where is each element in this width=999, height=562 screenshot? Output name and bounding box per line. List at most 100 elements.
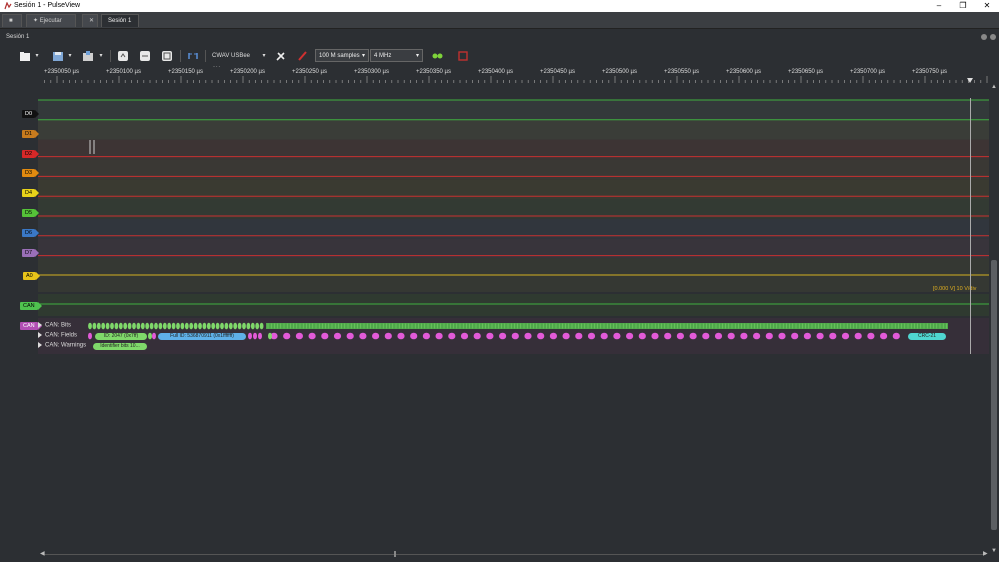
field-annotation	[152, 332, 156, 340]
expand-arrow-icon[interactable]	[38, 332, 42, 338]
export-dropdown-icon[interactable]: ▾	[98, 49, 104, 63]
annotation-full-id[interactable]: Full ID: 536870911 (0x1fffffff)	[158, 333, 246, 340]
decoder-row-bits-label: CAN: Bits	[45, 322, 72, 329]
cursor-icon[interactable]	[186, 49, 200, 63]
scroll-left-icon[interactable]: ◀	[40, 550, 45, 557]
scroll-right-icon[interactable]: ▶	[983, 550, 988, 557]
zoom-in-icon[interactable]	[116, 49, 130, 63]
time-ruler[interactable]: +2350050 µs +2350100 µs +2350150 µs +235020…	[40, 67, 990, 85]
stuff-bit-annotation	[460, 332, 469, 340]
ruler-tick-label: +2350350 µs	[416, 69, 451, 75]
stuff-bit-annotation	[803, 332, 812, 340]
session-close-icon[interactable]	[990, 34, 996, 40]
configure-device-icon[interactable]	[274, 49, 288, 63]
export-icon[interactable]	[81, 49, 95, 63]
bit-annotation	[105, 322, 110, 330]
bit-annotation	[167, 322, 172, 330]
channel-label-d7[interactable]: D7	[22, 248, 40, 257]
channel-label-d0[interactable]: D0	[22, 110, 40, 118]
channel-label-can[interactable]: CAN	[20, 302, 42, 310]
bit-annotation	[149, 322, 154, 330]
tab-bar: ■ ✦ Ejecutar ✕ Sesión 1×	[0, 12, 999, 38]
bit-annotation	[101, 322, 106, 330]
horizontal-scroll-track	[44, 554, 986, 555]
window-title: Sesión 1 - PulseView	[14, 2, 81, 9]
zoom-fit-icon[interactable]	[160, 49, 174, 63]
open-dropdown-icon[interactable]: ▾	[34, 49, 40, 63]
annotation-warning[interactable]: Identifier bits 10...	[93, 343, 147, 350]
bit-annotation	[96, 322, 101, 330]
channel-label-d6[interactable]: D6	[22, 228, 40, 237]
horizontal-scrollbar[interactable]: ◀ ▶	[40, 550, 990, 558]
bit-annotation	[132, 322, 136, 330]
bit-annotation	[189, 322, 194, 330]
save-file-icon[interactable]	[51, 49, 65, 63]
bit-annotation	[136, 322, 141, 330]
stuff-bit-annotation	[664, 332, 672, 340]
zoom-out-icon[interactable]	[138, 49, 152, 63]
stuff-bit-annotation	[511, 332, 519, 340]
annotation-id[interactable]: ID: 2047 (0x7ff)	[95, 333, 147, 340]
bit-annotation	[224, 322, 229, 330]
annotation-crc[interactable]: CRC-21	[908, 333, 946, 340]
sample-count-select[interactable]: 100 M samples ▾	[315, 49, 369, 62]
maximize-button[interactable]: ❐	[951, 0, 975, 12]
add-decoder-icon[interactable]	[456, 49, 470, 63]
expand-arrow-icon[interactable]	[38, 342, 42, 348]
device-selector[interactable]: CWAV USBee AX	[212, 49, 258, 73]
vertical-scrollbar[interactable]: ▲ ▼	[990, 84, 998, 560]
toolbar-separator	[180, 50, 181, 62]
decoder-row-bits[interactable]: CAN: Bits	[38, 322, 71, 329]
stuff-bit-annotation	[778, 332, 786, 340]
stuff-bit-annotation	[892, 332, 900, 340]
stuff-bit-annotation	[308, 332, 316, 340]
stuff-bit-annotation	[651, 332, 659, 340]
can-background	[38, 294, 989, 316]
bit-annotation	[242, 322, 246, 330]
field-annotation	[253, 332, 257, 340]
scroll-up-icon[interactable]: ▲	[991, 84, 997, 90]
window-titlebar: Sesión 1 - PulseView – ❐ ✕	[0, 0, 999, 12]
trigger-marker-icon[interactable]	[967, 78, 973, 83]
trace-view[interactable]: D0 D1 D2 D3 D4 D5 D6 D7 A0 [0.000 V] 10 V/div C…	[20, 98, 989, 552]
tab-run[interactable]: ✦ Ejecutar	[26, 14, 76, 27]
channel-label-d2[interactable]: D2	[22, 149, 40, 158]
toolbar-separator	[110, 50, 111, 62]
session-settings-icon[interactable]	[981, 34, 987, 40]
sample-rate-select[interactable]: 4 MHz ▾	[370, 49, 423, 62]
bit-annotation	[171, 322, 176, 330]
run-acquisition-icon[interactable]	[431, 49, 445, 63]
device-dropdown-icon[interactable]: ▾	[261, 49, 267, 63]
tab-close-all[interactable]: ✕	[82, 14, 98, 27]
ruler-tick-label: +2350550 µs	[664, 69, 699, 75]
bit-annotation	[145, 322, 150, 330]
bit-annotation	[215, 322, 220, 330]
stuff-bit-annotation	[321, 332, 329, 340]
bit-annotation	[237, 322, 242, 330]
channel-label-a0[interactable]: A0	[23, 272, 40, 280]
horizontal-scroll-thumb[interactable]	[394, 551, 396, 557]
channel-label-d4[interactable]: D4	[22, 189, 40, 198]
expand-arrow-icon[interactable]	[38, 322, 42, 328]
scroll-down-icon[interactable]: ▼	[991, 548, 997, 554]
stuff-bit-annotation	[702, 332, 710, 340]
open-file-icon[interactable]	[18, 49, 32, 63]
probe-config-icon[interactable]	[296, 49, 310, 63]
field-annotation	[88, 332, 92, 340]
channel-label-d5[interactable]: D5	[22, 209, 40, 217]
tab-session-1[interactable]: Sesión 1×	[101, 14, 139, 38]
channel-label-d3[interactable]: D3	[22, 169, 40, 178]
time-cursor[interactable]	[970, 98, 971, 354]
close-window-button[interactable]: ✕	[975, 0, 999, 12]
tab-stop[interactable]: ■	[2, 14, 22, 27]
decoder-row-warnings[interactable]: CAN: Warnings	[38, 342, 86, 349]
save-dropdown-icon[interactable]: ▾	[67, 49, 73, 63]
ruler-tick-label: +2350050 µs	[44, 69, 79, 75]
vertical-scroll-thumb[interactable]	[991, 260, 997, 530]
stuff-bit-annotation	[524, 332, 532, 340]
decoder-row-fields[interactable]: CAN: Fields	[38, 332, 77, 339]
decoder-label-can[interactable]: CAN	[20, 322, 42, 330]
ruler-tick-label: +2350450 µs	[540, 69, 575, 75]
channel-label-d1[interactable]: D1	[22, 129, 40, 138]
minimize-button[interactable]: –	[927, 0, 951, 12]
